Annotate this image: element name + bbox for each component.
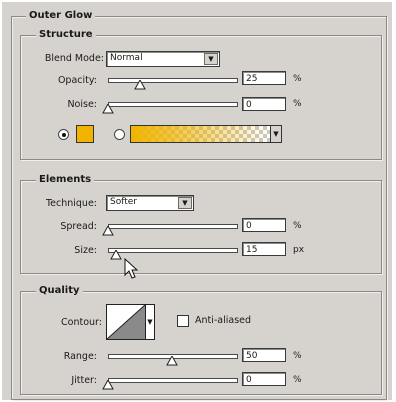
layer-style-panel: Outer Glow Structure Blend Mode: Normal …: [2, 2, 392, 400]
spread-label: Spread:: [60, 221, 97, 232]
opacity-input[interactable]: 25: [242, 71, 286, 85]
jitter-unit: %: [293, 375, 302, 385]
range-label: Range:: [63, 351, 97, 362]
spread-slider-thumb[interactable]: [102, 226, 114, 236]
solid-color-radio[interactable]: [58, 129, 69, 140]
arrow-cursor-icon: [124, 258, 139, 279]
noise-slider-thumb[interactable]: [102, 104, 114, 114]
opacity-slider-thumb[interactable]: [134, 80, 146, 90]
technique-value: Softer: [110, 197, 137, 207]
chevron-down-icon: ▼: [204, 53, 218, 65]
noise-input[interactable]: 0: [242, 97, 286, 111]
opacity-unit: %: [293, 74, 302, 84]
size-unit: px: [293, 245, 305, 255]
noise-unit: %: [293, 99, 302, 109]
jitter-label: Jitter:: [71, 375, 97, 386]
size-input[interactable]: 15: [242, 242, 286, 256]
technique-label: Technique:: [45, 198, 97, 209]
anti-aliased-label: Anti-aliased: [195, 315, 252, 326]
jitter-slider-track[interactable]: [108, 378, 238, 383]
chevron-down-icon[interactable]: ▼: [270, 125, 282, 143]
range-slider-thumb[interactable]: [166, 356, 178, 366]
blend-mode-value: Normal: [110, 53, 143, 63]
blend-mode-label: Blend Mode:: [44, 53, 104, 64]
structure-title: Structure: [36, 29, 96, 40]
spread-slider-track[interactable]: [108, 224, 238, 229]
quality-title: Quality: [36, 285, 83, 296]
size-slider-thumb[interactable]: [109, 250, 122, 260]
technique-select[interactable]: Softer ▼: [106, 195, 194, 211]
glow-color-swatch[interactable]: [76, 125, 94, 143]
elements-title: Elements: [36, 174, 95, 185]
range-input[interactable]: 50: [242, 348, 286, 362]
spread-unit: %: [293, 221, 302, 231]
chevron-down-icon: ▼: [178, 197, 192, 209]
opacity-label: Opacity:: [57, 75, 97, 86]
blend-mode-select[interactable]: Normal ▼: [106, 51, 220, 67]
anti-aliased-checkbox[interactable]: [177, 315, 189, 327]
chevron-down-icon[interactable]: ▼: [146, 304, 155, 340]
noise-label: Noise:: [67, 99, 97, 110]
size-slider-track[interactable]: [108, 248, 238, 253]
spread-input[interactable]: 0: [242, 218, 286, 232]
noise-slider-track[interactable]: [108, 102, 238, 107]
opacity-slider-track[interactable]: [108, 78, 238, 83]
gradient-radio[interactable]: [114, 129, 125, 140]
glow-gradient-picker[interactable]: [130, 125, 272, 143]
contour-label: Contour:: [61, 317, 102, 328]
contour-preview-icon[interactable]: [106, 304, 146, 340]
outer-glow-title: Outer Glow: [26, 10, 96, 21]
jitter-slider-thumb[interactable]: [102, 380, 114, 390]
range-unit: %: [293, 351, 302, 361]
size-label: Size:: [74, 245, 97, 256]
jitter-input[interactable]: 0: [242, 372, 286, 386]
